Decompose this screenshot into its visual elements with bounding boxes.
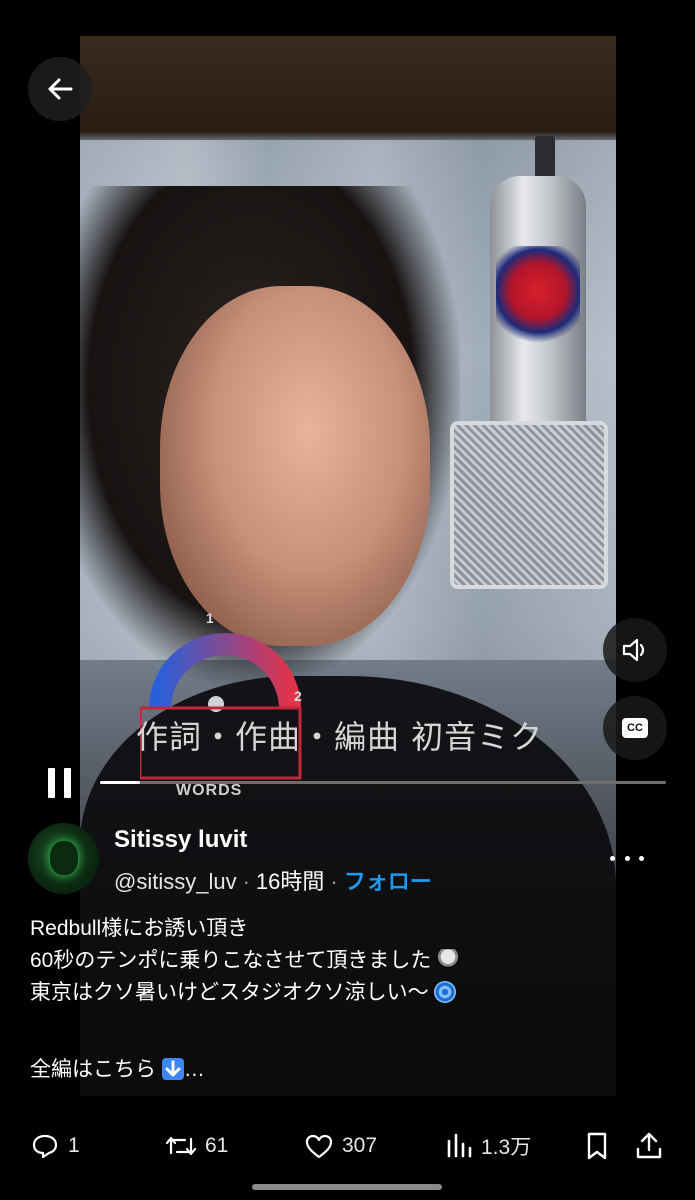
video-progress-bar[interactable] xyxy=(100,781,666,784)
meta-separator-2: · xyxy=(330,869,338,894)
heart-icon xyxy=(305,1134,333,1159)
singer-face xyxy=(160,286,430,646)
view-count: 1.3万 xyxy=(481,1136,532,1159)
post-text: Redbull様にお誘い頂き 60秒のテンポに乗りこなさせて頂きました 東京はク… xyxy=(30,913,650,1086)
like-button[interactable]: 307 xyxy=(304,1126,377,1166)
repost-icon xyxy=(165,1136,197,1156)
microphone-emoji-icon xyxy=(437,949,460,971)
speaker-icon xyxy=(622,638,645,662)
post-time[interactable]: 16時間 xyxy=(256,869,324,894)
dial-number-1: 1 xyxy=(206,610,214,626)
bookmark-button[interactable] xyxy=(584,1126,618,1166)
cc-label: CC xyxy=(627,722,643,734)
more-horizontal-icon xyxy=(610,855,615,861)
share-icon xyxy=(636,1132,662,1159)
closed-captions-icon: CC xyxy=(622,718,648,738)
repost-button[interactable]: 61 xyxy=(165,1126,228,1166)
follow-button[interactable]: フォロー xyxy=(344,869,432,894)
video-subtitle: 作詞・作曲・編曲 初音ミク xyxy=(136,718,544,756)
show-more-ellipsis[interactable]: … xyxy=(184,1058,205,1081)
author-handle[interactable]: @sitissy_luv xyxy=(114,869,237,894)
comment-icon xyxy=(32,1134,58,1159)
video-progress-fill xyxy=(100,781,140,784)
repost-count: 61 xyxy=(205,1134,229,1157)
down-arrow-emoji-icon xyxy=(161,1058,184,1080)
meta-separator: · xyxy=(242,869,250,894)
bookmark-icon xyxy=(587,1132,607,1160)
captions-button[interactable]: CC xyxy=(603,696,667,760)
arrow-left-icon xyxy=(48,78,73,100)
action-bar: 1 61 307 1.3万 xyxy=(0,1126,695,1166)
reply-button[interactable]: 1 xyxy=(30,1126,80,1166)
share-button[interactable] xyxy=(634,1126,672,1166)
back-button[interactable] xyxy=(28,57,92,121)
more-options-button[interactable] xyxy=(610,844,644,872)
microphone-logo xyxy=(496,246,580,346)
author-name[interactable]: Sitissy luvit xyxy=(114,826,247,854)
dial-number-2: 2 xyxy=(294,688,302,704)
pause-button[interactable] xyxy=(44,764,78,804)
post-text-line-4[interactable]: 全編はこちら … xyxy=(30,1054,650,1086)
dial-words-label: WORDS xyxy=(176,782,243,799)
home-indicator[interactable] xyxy=(252,1184,442,1190)
author-meta: @sitissy_luv · 16時間 · フォロー xyxy=(114,864,432,896)
dial-ring-graphic xyxy=(140,633,302,780)
cyclone-emoji-icon xyxy=(434,981,457,1003)
reply-count: 1 xyxy=(68,1134,80,1157)
bar-chart-icon xyxy=(447,1133,472,1158)
word-counter-dial: 1 2 WORDS xyxy=(140,610,310,810)
post-text-line-3: 東京はクソ暑いけどスタジオクソ涼しい〜 xyxy=(30,977,650,1009)
studio-microphone xyxy=(450,136,608,589)
views-button[interactable]: 1.3万 xyxy=(445,1126,531,1166)
post-text-line-1: Redbull様にお誘い頂き xyxy=(30,917,249,940)
avatar[interactable] xyxy=(28,823,99,894)
like-count: 307 xyxy=(342,1134,378,1157)
volume-button[interactable] xyxy=(603,618,667,682)
post-text-line-2: 60秒のテンポに乗りこなさせて頂きました xyxy=(30,945,650,977)
